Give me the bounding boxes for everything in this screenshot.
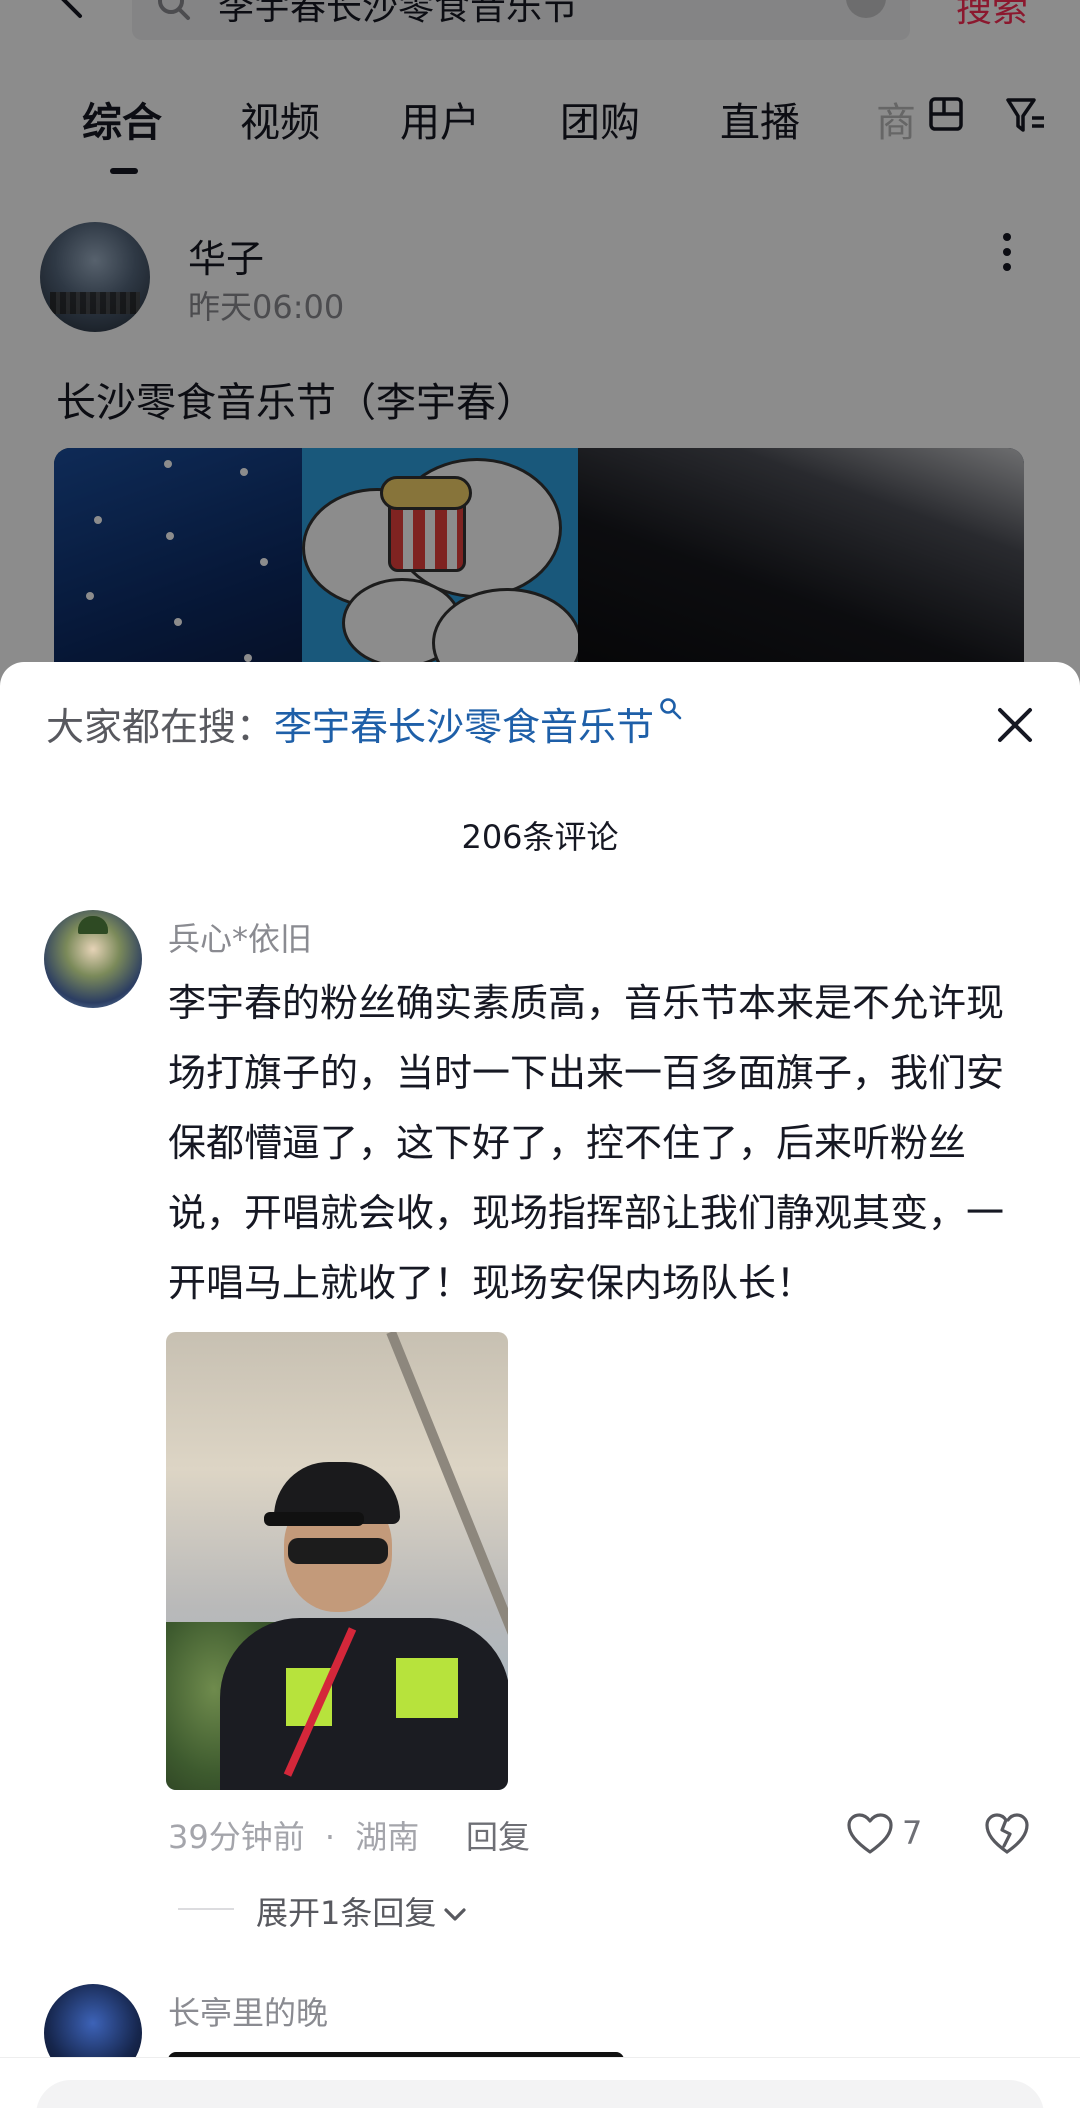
reply-divider	[178, 1908, 234, 1910]
commenter-name[interactable]: 长亭里的晚	[168, 1988, 328, 2034]
meta-separator: ·	[324, 1818, 336, 1856]
comment-location: 湖南	[355, 1818, 420, 1856]
comment-input-bar	[0, 2057, 1080, 2108]
close-icon[interactable]	[994, 704, 1036, 746]
comment-time: 39分钟前	[168, 1818, 305, 1856]
trending-prefix: 大家都在搜：	[46, 705, 275, 749]
comment-text: 李宇春的粉丝确实素质高，音乐节本来是不允许现场打旗子的，当时一下出来一百多面旗子…	[168, 981, 1005, 1305]
reply-button[interactable]: 回复	[466, 1812, 530, 1858]
broken-heart-icon[interactable]	[984, 1812, 1030, 1856]
commenter-avatar[interactable]	[44, 910, 142, 1008]
comment-count: 206条评论	[461, 818, 619, 856]
trending-query-link[interactable]: 李宇春长沙零食音乐节	[274, 705, 654, 749]
comment-input[interactable]	[36, 2080, 1044, 2108]
chevron-down-icon	[444, 1908, 466, 1921]
background-overlay[interactable]	[0, 0, 1080, 700]
heart-icon[interactable]	[846, 1812, 894, 1856]
commenter-name[interactable]: 兵心*依旧	[168, 914, 312, 960]
trending-search[interactable]: 大家都在搜：李宇春长沙零食音乐节	[46, 696, 684, 751]
comment-photo[interactable]	[166, 1332, 508, 1790]
expand-replies-label: 展开1条回复	[256, 1894, 437, 1932]
comment-meta: 39分钟前 · 湖南	[168, 1812, 419, 1858]
comments-sheet: 大家都在搜：李宇春长沙零食音乐节 206条评论 兵心*依旧 李宇春的粉丝确实素质…	[0, 662, 1080, 2108]
search-icon	[660, 698, 682, 720]
expand-replies-button[interactable]: 展开1条回复	[256, 1888, 470, 1934]
like-count: 7	[902, 1814, 923, 1852]
